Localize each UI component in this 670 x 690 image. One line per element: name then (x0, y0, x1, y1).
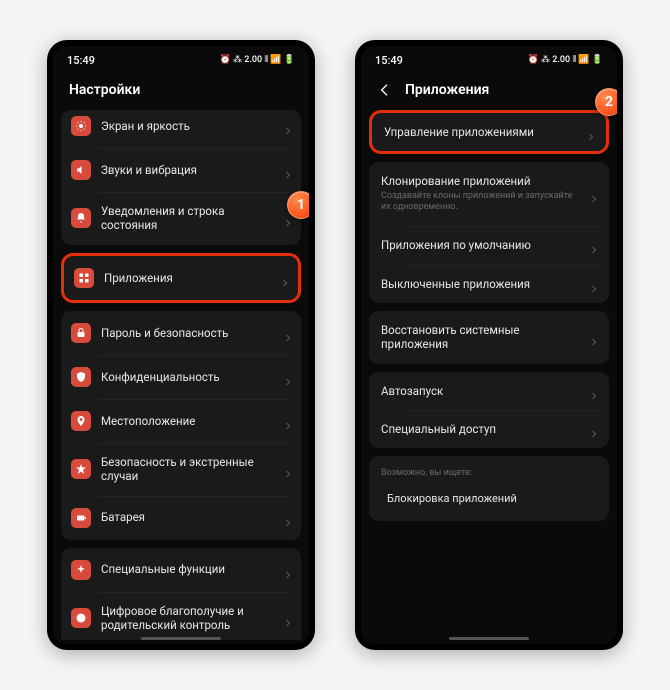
page-title: Приложения (405, 82, 489, 98)
item-label: Звуки и вибрация (101, 163, 275, 177)
item-apps-highlighted: Приложения (61, 253, 301, 303)
suggestion-box: Возможно, вы ищете: Блокировка приложени… (369, 456, 609, 521)
chevron-right-icon (591, 279, 597, 289)
status-icons: ⏰ ⁂ 2.00 ⫴ 📶 🔋 (528, 55, 603, 65)
item-label: Выключенные приложения (381, 277, 581, 291)
item-label: Приложения по умолчанию (381, 238, 581, 252)
nav-bar[interactable] (449, 637, 529, 640)
item-label: Уведомления и строка состояния (101, 204, 275, 233)
screen-right: 2 15:49 ⏰ ⁂ 2.00 ⫴ 📶 🔋 Приложения Управл… (361, 46, 617, 644)
settings-group-security: Пароль и безопасность Конфиденциальность… (61, 311, 301, 540)
item-sound[interactable]: Звуки и вибрация (61, 148, 301, 192)
item-privacy[interactable]: Конфиденциальность (61, 355, 301, 399)
phone-right: 2 15:49 ⏰ ⁂ 2.00 ⫴ 📶 🔋 Приложения Управл… (355, 40, 623, 650)
back-icon[interactable] (377, 82, 393, 98)
item-subtitle: Создавайте клоны приложений и запускайте… (381, 191, 581, 214)
chevron-right-icon (285, 165, 291, 175)
item-body: Клонирование приложений Создавайте клоны… (381, 174, 581, 214)
chevron-right-icon (591, 240, 597, 250)
item-label: Специальный доступ (381, 422, 581, 436)
chevron-right-icon (285, 416, 291, 426)
star-icon (71, 459, 91, 479)
settings-group-special: Специальные функции Цифровое благополучи… (61, 548, 301, 641)
item-wellbeing[interactable]: Цифровое благополучие и родительский кон… (61, 592, 301, 641)
suggestion-title: Возможно, вы ищете: (381, 468, 597, 478)
item-manage-apps-highlighted: Управление приложениями (369, 110, 609, 154)
item-label: Восстановить системные приложения (381, 323, 581, 352)
chevron-right-icon (285, 565, 291, 575)
sun-icon (71, 116, 91, 136)
item-label: Безопасность и экстренные случаи (101, 455, 275, 484)
step-badge-2: 2 (595, 88, 617, 116)
chevron-right-icon (282, 273, 288, 283)
settings-group-display: Экран и яркость Звуки и вибрация Уведомл… (61, 110, 301, 245)
status-time: 15:49 (67, 54, 95, 67)
apps-list: Управление приложениями Клонирование при… (361, 110, 617, 640)
item-default-apps[interactable]: Приложения по умолчанию (369, 226, 609, 264)
status-bar: 15:49 ⏰ ⁂ 2.00 ⫴ 📶 🔋 (53, 46, 309, 74)
settings-list: Экран и яркость Звуки и вибрация Уведомл… (53, 110, 309, 640)
item-label: Конфиденциальность (101, 370, 275, 384)
chevron-right-icon (285, 464, 291, 474)
item-notifications[interactable]: Уведомления и строка состояния (61, 192, 301, 245)
header: Настройки (53, 74, 309, 110)
item-password[interactable]: Пароль и безопасность (61, 311, 301, 355)
item-label: Экран и яркость (101, 119, 275, 133)
item-label: Приложения (104, 271, 272, 285)
battery-icon (71, 508, 91, 528)
item-label: Клонирование приложений (381, 174, 581, 188)
chevron-right-icon (285, 121, 291, 131)
item-special-features[interactable]: Специальные функции (61, 548, 301, 592)
chevron-right-icon (285, 513, 291, 523)
item-label: Автозапуск (381, 384, 581, 398)
chevron-right-icon (285, 372, 291, 382)
sparkle-icon (71, 560, 91, 580)
step-badge-1: 1 (287, 191, 309, 219)
chevron-right-icon (285, 328, 291, 338)
page-title: Настройки (69, 82, 140, 98)
lock-icon (71, 323, 91, 343)
grid-icon (74, 268, 94, 288)
location-icon (71, 411, 91, 431)
screen-left: 1 15:49 ⏰ ⁂ 2.00 ⫴ 📶 🔋 Настройки Экран и… (53, 46, 309, 644)
apps-group-1: Клонирование приложений Создавайте клоны… (369, 162, 609, 303)
item-label: Управление приложениями (384, 125, 578, 139)
item-location[interactable]: Местоположение (61, 399, 301, 443)
status-bar: 15:49 ⏰ ⁂ 2.00 ⫴ 📶 🔋 (361, 46, 617, 74)
item-autostart[interactable]: Автозапуск (369, 372, 609, 410)
nav-bar[interactable] (141, 637, 221, 640)
item-label: Батарея (101, 510, 275, 524)
item-display[interactable]: Экран и яркость (61, 110, 301, 148)
item-safety[interactable]: Безопасность и экстренные случаи (61, 443, 301, 496)
chevron-right-icon (588, 127, 594, 137)
item-restore-system-apps[interactable]: Восстановить системные приложения (369, 311, 609, 364)
apps-group-2: Восстановить системные приложения (369, 311, 609, 364)
chevron-right-icon (591, 424, 597, 434)
item-disabled-apps[interactable]: Выключенные приложения (369, 265, 609, 303)
header: Приложения (361, 74, 617, 110)
item-clone-apps[interactable]: Клонирование приложений Создавайте клоны… (369, 162, 609, 226)
suggestion-item[interactable]: Блокировка приложений (381, 488, 597, 509)
bell-icon (71, 208, 91, 228)
phone-left: 1 15:49 ⏰ ⁂ 2.00 ⫴ 📶 🔋 Настройки Экран и… (47, 40, 315, 650)
apps-group-3: Автозапуск Специальный доступ (369, 372, 609, 449)
status-time: 15:49 (375, 54, 403, 67)
item-apps[interactable]: Приложения (64, 256, 298, 300)
item-manage-apps[interactable]: Управление приложениями (372, 113, 606, 151)
chevron-right-icon (591, 189, 597, 199)
shield-icon (71, 367, 91, 387)
chevron-right-icon (285, 613, 291, 623)
chevron-right-icon (591, 332, 597, 342)
item-label: Пароль и безопасность (101, 326, 275, 340)
item-label: Местоположение (101, 414, 275, 428)
wellbeing-icon (71, 608, 91, 628)
volume-icon (71, 160, 91, 180)
item-battery[interactable]: Батарея (61, 496, 301, 540)
item-label: Цифровое благополучие и родительский кон… (101, 604, 275, 633)
item-special-access[interactable]: Специальный доступ (369, 410, 609, 448)
chevron-right-icon (591, 386, 597, 396)
status-icons: ⏰ ⁂ 2.00 ⫴ 📶 🔋 (220, 55, 295, 65)
item-label: Специальные функции (101, 562, 275, 576)
